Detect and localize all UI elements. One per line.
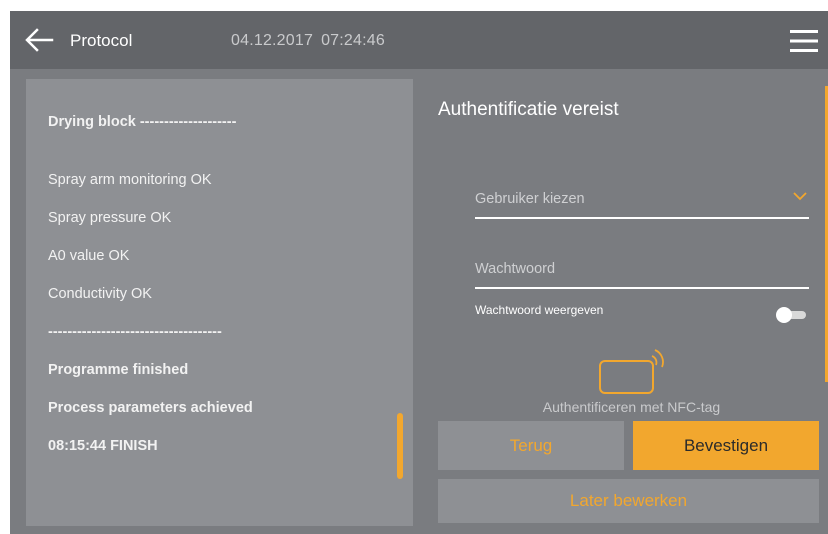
chevron-down-icon: [793, 192, 807, 201]
user-select-placeholder: Gebruiker kiezen: [475, 191, 585, 207]
protocol-line: Conductivity OK: [48, 286, 152, 302]
password-placeholder: Wachtwoord: [475, 261, 556, 277]
back-button-secondary[interactable]: Terug: [438, 421, 624, 470]
show-password-label: Wachtwoord weergeven: [475, 303, 604, 317]
protocol-line: 08:15:44 FINISH: [48, 438, 158, 454]
auth-title: Authentificatie vereist: [438, 99, 619, 120]
app-screen: Protocol 04.12.2017 07:24:46 Drying block…: [10, 11, 828, 534]
protocol-panel[interactable]: Drying block -------------------- Spray …: [26, 79, 413, 526]
arrow-left-icon: [25, 28, 54, 52]
confirm-button[interactable]: Bevestigen: [633, 421, 819, 470]
protocol-line: ------------------------------------: [48, 324, 222, 340]
show-password-toggle[interactable]: [776, 307, 808, 323]
protocol-line: Spray pressure OK: [48, 210, 172, 226]
datetime-display: 04.12.2017 07:24:46: [231, 32, 385, 50]
nfc-label: Authentificeren met NFC-tag: [542, 399, 721, 415]
protocol-scrollbar[interactable]: [397, 413, 403, 479]
password-field[interactable]: Wachtwoord: [475, 251, 809, 289]
header-bar: Protocol 04.12.2017 07:24:46: [10, 11, 828, 69]
protocol-line: Programme finished: [48, 362, 189, 378]
menu-button[interactable]: [790, 29, 818, 53]
protocol-line: Process parameters achieved: [48, 400, 253, 416]
toggle-knob: [776, 307, 792, 323]
hamburger-menu-icon: [790, 30, 818, 52]
time-text: 07:24:46: [321, 32, 385, 49]
back-button[interactable]: [24, 27, 54, 53]
nfc-tag-icon: [599, 349, 664, 394]
protocol-line: A0 value OK: [48, 248, 130, 264]
date-text: 04.12.2017: [231, 32, 314, 49]
edit-later-button[interactable]: Later bewerken: [438, 479, 819, 523]
page-title: Protocol: [70, 31, 133, 50]
protocol-line: Drying block --------------------: [48, 114, 237, 130]
user-select[interactable]: Gebruiker kiezen: [475, 181, 809, 219]
protocol-line: Spray arm monitoring OK: [48, 172, 212, 188]
